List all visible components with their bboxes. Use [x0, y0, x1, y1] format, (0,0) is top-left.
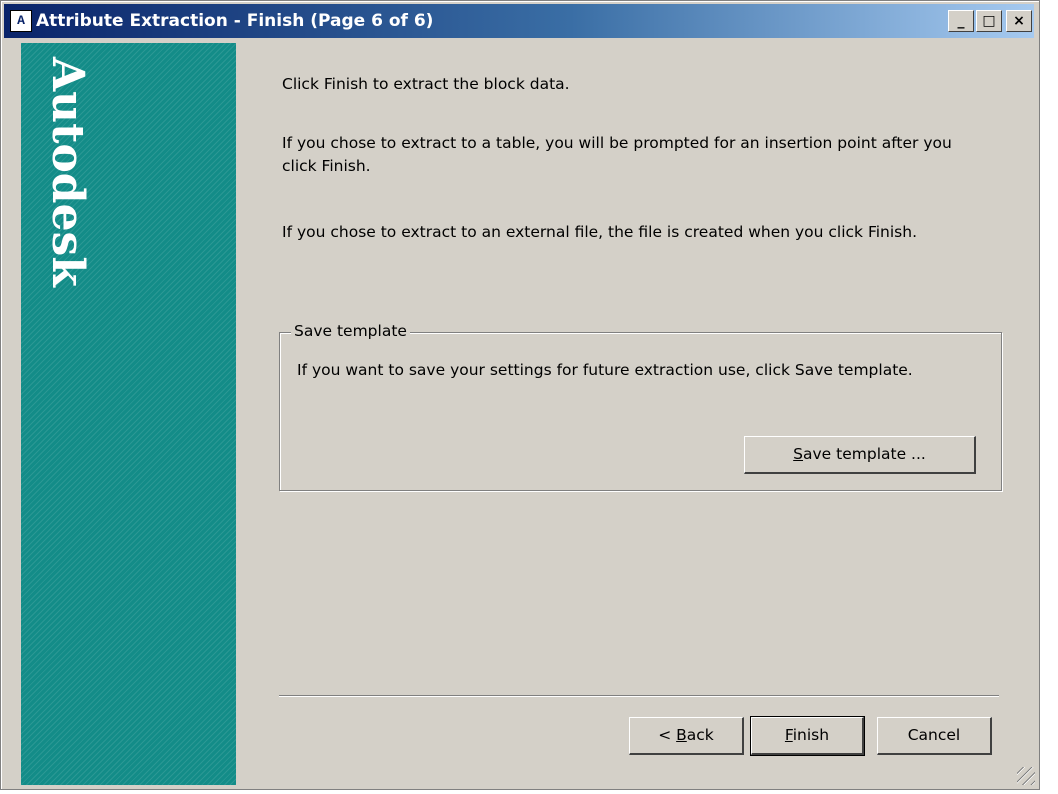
autodesk-logo: Autodesk	[42, 57, 93, 287]
finish-button[interactable]: Finish	[750, 716, 865, 756]
cancel-label: Cancel	[907, 726, 961, 744]
instruction-text: Click Finish to extract the block data.	[282, 75, 570, 93]
back-prefix: <	[658, 726, 677, 744]
save-template-button[interactable]: Save template ...	[744, 436, 976, 474]
minimize-icon: _	[957, 13, 965, 29]
save-template-mnemonic: S	[793, 445, 804, 463]
maximize-icon: □	[982, 13, 996, 29]
file-extraction-note: If you chose to extract to an external f…	[282, 223, 918, 241]
finish-mnemonic: F	[784, 726, 793, 744]
title-bar[interactable]: A Attribute Extraction - Finish (Page 6 …	[4, 4, 1034, 38]
minimize-button[interactable]: _	[948, 10, 974, 32]
back-button[interactable]: < Back	[629, 717, 744, 755]
save-template-group: Save template If you want to save your s…	[279, 322, 1002, 491]
save-template-group-title: Save template	[291, 322, 410, 340]
save-template-description: If you want to save your settings for fu…	[297, 361, 913, 379]
back-label: ack	[686, 726, 714, 744]
footer-separator	[279, 695, 999, 697]
finish-label: inish	[792, 726, 830, 744]
table-extraction-note: If you chose to extract to a table, you …	[282, 134, 952, 175]
save-template-label: ave template ...	[803, 445, 926, 463]
dialog-window: A Attribute Extraction - Finish (Page 6 …	[0, 0, 1040, 790]
brand-panel: Autodesk	[21, 43, 236, 785]
close-button[interactable]: ×	[1006, 10, 1032, 32]
cancel-button[interactable]: Cancel	[877, 717, 992, 755]
resize-grip[interactable]	[1017, 767, 1035, 785]
autocad-icon: A	[10, 10, 32, 32]
back-mnemonic: B	[676, 726, 687, 744]
maximize-button[interactable]: □	[976, 10, 1002, 32]
window-title: Attribute Extraction - Finish (Page 6 of…	[36, 11, 434, 31]
close-icon: ×	[1013, 13, 1025, 29]
